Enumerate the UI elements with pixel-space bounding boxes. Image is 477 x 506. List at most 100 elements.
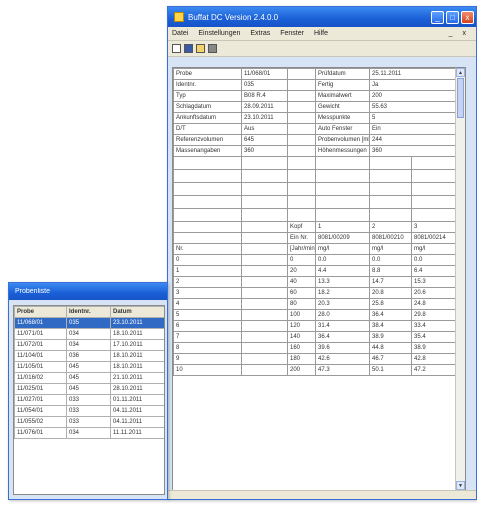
- maximize-button[interactable]: □: [446, 10, 459, 24]
- table-cell[interactable]: [241, 342, 288, 354]
- table-cell[interactable]: 46.7: [369, 353, 412, 365]
- menu-extras[interactable]: Extras: [250, 30, 270, 37]
- table-cell[interactable]: 4: [173, 298, 242, 310]
- table-cell[interactable]: 120: [287, 320, 316, 332]
- list-item[interactable]: 11/105/01 045 18.10.2011: [14, 361, 164, 373]
- table-cell[interactable]: 0.0: [369, 254, 412, 266]
- minimize-button[interactable]: _: [431, 10, 444, 24]
- table-cell[interactable]: 2: [173, 276, 242, 288]
- table-cell[interactable]: 10: [173, 364, 242, 376]
- vertical-scrollbar[interactable]: ▲ ▼: [455, 68, 465, 490]
- table-cell[interactable]: 31.4: [315, 320, 370, 332]
- table-cell[interactable]: 39.6: [315, 342, 370, 354]
- table-cell[interactable]: [241, 364, 288, 376]
- table-cell[interactable]: 5: [173, 309, 242, 321]
- property-value-2[interactable]: 200: [368, 90, 465, 102]
- table-cell[interactable]: 0.0: [315, 254, 370, 266]
- table-cell[interactable]: 40: [287, 276, 316, 288]
- menu-datei[interactable]: Datei: [172, 30, 188, 37]
- property-value[interactable]: 28.09.2011: [241, 101, 288, 113]
- close-button[interactable]: x: [461, 10, 474, 24]
- property-value[interactable]: 035: [241, 79, 288, 91]
- menu-fenster[interactable]: Fenster: [280, 30, 304, 37]
- table-cell[interactable]: 1: [173, 265, 242, 277]
- list-item[interactable]: 11/076/01 034 11.11.2011: [14, 427, 164, 439]
- table-cell[interactable]: 20: [287, 265, 316, 277]
- table-cell[interactable]: 8: [173, 342, 242, 354]
- list-titlebar[interactable]: Probenliste: [9, 283, 167, 300]
- list-item[interactable]: 11/027/01 033 01.11.2011: [14, 394, 164, 406]
- property-value[interactable]: 23.10.2011: [241, 112, 288, 124]
- table-cell[interactable]: 80: [287, 298, 316, 310]
- table-cell[interactable]: 180: [287, 353, 316, 365]
- table-cell[interactable]: 47.3: [315, 364, 370, 376]
- list-item[interactable]: 11/068/01 035 23.10.2011: [14, 317, 164, 329]
- property-value[interactable]: 645: [241, 134, 288, 146]
- table-cell[interactable]: [241, 265, 288, 277]
- property-value-2[interactable]: 5: [368, 112, 465, 124]
- table-cell[interactable]: 28.0: [315, 309, 370, 321]
- table-cell[interactable]: [241, 309, 288, 321]
- table-cell[interactable]: 60: [287, 287, 316, 299]
- scroll-thumb[interactable]: [457, 78, 464, 118]
- property-value-2[interactable]: 55.63: [368, 101, 465, 113]
- table-cell[interactable]: [241, 298, 288, 310]
- scroll-down-icon[interactable]: ▼: [456, 481, 465, 490]
- table-cell[interactable]: 38.4: [369, 320, 412, 332]
- menu-einstellungen[interactable]: Einstellungen: [198, 30, 240, 37]
- scroll-up-icon[interactable]: ▲: [456, 68, 465, 77]
- column-header-datum[interactable]: Datum: [110, 306, 164, 318]
- table-cell[interactable]: 50.1: [369, 364, 412, 376]
- table-cell[interactable]: [241, 320, 288, 332]
- property-value[interactable]: B08 R.4: [241, 90, 288, 102]
- table-cell[interactable]: 25.8: [369, 298, 412, 310]
- property-value[interactable]: 360: [241, 145, 288, 157]
- table-cell[interactable]: 18.2: [315, 287, 370, 299]
- table-cell[interactable]: [241, 287, 288, 299]
- main-titlebar[interactable]: Buffat DC Version 2.4.0.0 _ □ x: [168, 7, 476, 27]
- table-cell[interactable]: 42.6: [315, 353, 370, 365]
- new-file-icon[interactable]: [172, 44, 181, 53]
- table-cell[interactable]: 8.8: [369, 265, 412, 277]
- save-icon[interactable]: [184, 44, 193, 53]
- property-value-2[interactable]: 25.11.2011: [368, 68, 465, 80]
- table-cell[interactable]: 13.3: [315, 276, 370, 288]
- menu-hilfe[interactable]: Hilfe: [314, 30, 328, 37]
- list-item[interactable]: 11/016/02 045 21.10.2011: [14, 372, 164, 384]
- table-cell[interactable]: [241, 331, 288, 343]
- table-cell[interactable]: 140: [287, 331, 316, 343]
- table-cell[interactable]: 6: [173, 320, 242, 332]
- table-cell[interactable]: 0: [287, 254, 316, 266]
- property-value-2[interactable]: 360: [368, 145, 465, 157]
- list-item[interactable]: 11/054/01 033 04.11.2011: [14, 405, 164, 417]
- column-header-probe[interactable]: Probe: [14, 306, 67, 318]
- property-value-2[interactable]: Ja: [368, 79, 465, 91]
- property-value[interactable]: Aus: [241, 123, 288, 135]
- table-cell[interactable]: 3: [173, 287, 242, 299]
- table-cell[interactable]: 9: [173, 353, 242, 365]
- table-cell[interactable]: [241, 353, 288, 365]
- list-item[interactable]: 11/025/01 045 28.10.2011: [14, 383, 164, 395]
- property-value-2[interactable]: 244: [368, 134, 465, 146]
- table-cell[interactable]: 36.4: [315, 331, 370, 343]
- table-cell[interactable]: 0: [173, 254, 242, 266]
- table-cell[interactable]: [241, 276, 288, 288]
- table-cell[interactable]: 38.9: [369, 331, 412, 343]
- list-item[interactable]: 11/071/01 034 18.10.2011: [14, 328, 164, 340]
- table-cell[interactable]: 14.7: [369, 276, 412, 288]
- property-value-2[interactable]: Ein: [368, 123, 465, 135]
- table-cell[interactable]: 4.4: [315, 265, 370, 277]
- table-cell[interactable]: 100: [287, 309, 316, 321]
- table-cell[interactable]: 20.8: [369, 287, 412, 299]
- table-cell[interactable]: [241, 254, 288, 266]
- table-cell[interactable]: 36.4: [369, 309, 412, 321]
- table-cell[interactable]: 160: [287, 342, 316, 354]
- table-cell[interactable]: 44.8: [369, 342, 412, 354]
- open-folder-icon[interactable]: [196, 44, 205, 53]
- list-item[interactable]: 11/072/01 034 17.10.2011: [14, 339, 164, 351]
- print-icon[interactable]: [208, 44, 217, 53]
- column-header-identnr[interactable]: Identnr.: [66, 306, 111, 318]
- list-item[interactable]: 11/104/01 036 18.10.2011: [14, 350, 164, 362]
- mdi-minimize-button[interactable]: _: [449, 30, 453, 37]
- property-value[interactable]: 11/068/01: [241, 68, 288, 80]
